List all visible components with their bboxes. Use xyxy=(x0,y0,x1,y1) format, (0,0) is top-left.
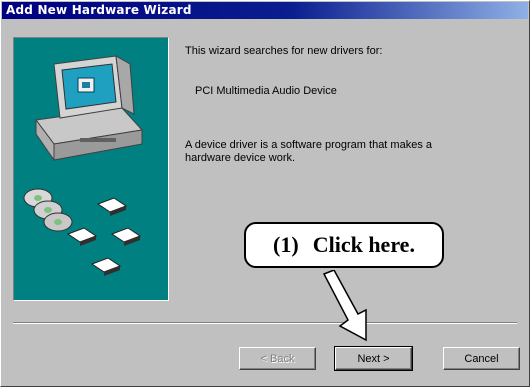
wizard-window: Add New Hardware Wizard This wizard sear… xyxy=(0,0,530,387)
title-bar[interactable]: Add New Hardware Wizard xyxy=(2,2,528,19)
description-line-1: A device driver is a software program th… xyxy=(185,139,432,151)
callout-step: (1) xyxy=(273,232,299,257)
divider xyxy=(13,322,517,324)
back-button[interactable]: < Back xyxy=(239,347,316,370)
device-name: PCI Multimedia Audio Device xyxy=(195,85,337,97)
computer-icon xyxy=(35,107,143,162)
intro-text: This wizard searches for new drivers for… xyxy=(185,45,383,57)
callout-text: Click here. xyxy=(312,232,415,257)
callout-box: (1) Click here. xyxy=(244,222,444,268)
description-line-2: hardware device work. xyxy=(185,152,296,164)
wizard-illustration xyxy=(13,37,169,301)
cancel-button[interactable]: Cancel xyxy=(443,347,520,370)
next-button[interactable]: Next > xyxy=(334,346,413,371)
cd-icon xyxy=(23,188,73,232)
window-title: Add New Hardware Wizard xyxy=(6,3,192,17)
diskette-icon xyxy=(66,197,142,276)
pointer-arrow-icon xyxy=(322,270,367,342)
